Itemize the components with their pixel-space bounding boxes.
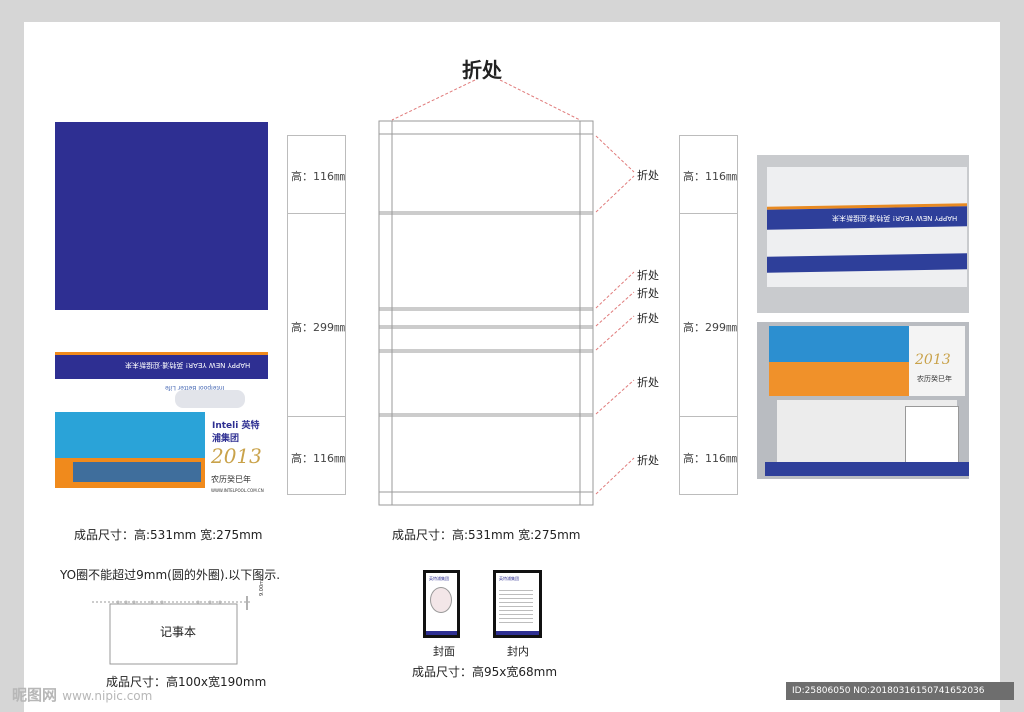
inner-logo: 英特浦集团 — [499, 576, 519, 581]
inner-label: 封内 — [507, 645, 529, 658]
fold-label-5: 折处 — [637, 376, 659, 389]
photo-strip — [73, 462, 201, 482]
segment-left-label-1: 高：116㎜ — [291, 170, 345, 183]
product-photo-open: 2013 农历癸巳年 — [757, 322, 969, 479]
notebook-dim: 9.00mm — [259, 575, 265, 596]
cover-medallion — [430, 587, 452, 613]
caption-center: 成品尺寸：高:531mm 宽:275mm — [392, 528, 581, 542]
guide-fold-3 — [595, 291, 635, 327]
brand-logo: Inteli 英特浦集团 — [212, 421, 260, 444]
fold-label-1: 折处 — [637, 169, 659, 182]
inner-bar — [496, 631, 539, 635]
photo2-year: 2013 — [915, 352, 951, 368]
notebook-label: 记事本 — [160, 625, 197, 639]
photo1-band-text: HAPPY NEW YEAR! 英特浦·迎接新未来 — [832, 214, 958, 222]
guide-title-left — [391, 79, 476, 121]
photo2-small-pad — [905, 406, 959, 470]
band-text: HAPPY NEW YEAR! 英特浦·迎接新未来 — [125, 361, 251, 369]
cyan-panel — [55, 412, 205, 458]
cover-label: 封面 — [433, 645, 455, 658]
year-text: 2013 — [211, 444, 262, 468]
cover-bar — [426, 631, 457, 635]
photo2-lunar: 农历癸巳年 — [917, 375, 952, 383]
watermark-url: www.nipic.com — [62, 689, 153, 703]
segment-left-label-3: 高：116㎜ — [291, 452, 345, 465]
product-photo-closed: HAPPY NEW YEAR! 英特浦·迎接新未来 — [757, 155, 969, 313]
guide-fold-2 — [595, 271, 635, 309]
guide-title-right — [499, 79, 581, 121]
fold-label-2: 折处 — [637, 269, 659, 282]
guide-fold-6 — [595, 457, 635, 495]
fold-label-4: 折处 — [637, 312, 659, 325]
site-watermark: 昵图网 www.nipic.com — [12, 684, 152, 705]
fold-label-6: 折处 — [637, 454, 659, 467]
lunar-year-text: 农历癸巳年 — [211, 475, 251, 484]
image-id-bar: ID:25806050 NO:20180316150741652036 — [786, 682, 1014, 700]
guide-fold-5 — [595, 379, 635, 415]
cover-logo: 英特浦集团 — [429, 576, 449, 581]
front-design: HAPPY NEW YEAR! 英特浦·迎接新未来 Intelpool Bett… — [55, 122, 268, 506]
die-line — [378, 120, 594, 506]
photo2-blue-panel — [769, 326, 909, 362]
inner-thumbnail: 英特浦集团 — [493, 570, 542, 638]
segment-right-label-2: 高：299㎜ — [683, 321, 737, 334]
inner-ruled-lines — [499, 587, 533, 623]
navy-panel — [55, 122, 268, 310]
cover-thumbnail: 英特浦集团 — [423, 570, 460, 638]
caption-left: 成品尺寸：高:531mm 宽:275mm — [74, 528, 263, 542]
segment-right-middle — [679, 213, 738, 417]
website-text: WWW.INTELPOOL.COM.CN — [211, 488, 264, 493]
segment-right-label-1: 高：116㎜ — [683, 170, 737, 183]
fold-label-3: 折处 — [637, 287, 659, 300]
yo-ring-note: YO圈不能超过9mm(圆的外圈).以下图示. — [60, 568, 281, 582]
world-map-graphic — [175, 390, 245, 408]
segment-left-middle — [287, 213, 346, 417]
segment-left-label-2: 高：299㎜ — [291, 321, 345, 334]
thumbs-caption: 成品尺寸：高95x宽68mm — [412, 665, 558, 679]
segment-right-label-3: 高：116㎜ — [683, 452, 737, 465]
guide-fold-1b — [595, 175, 635, 213]
guide-fold-1 — [595, 135, 635, 173]
watermark-site: 昵图网 — [12, 686, 58, 704]
photo2-base — [765, 462, 969, 476]
